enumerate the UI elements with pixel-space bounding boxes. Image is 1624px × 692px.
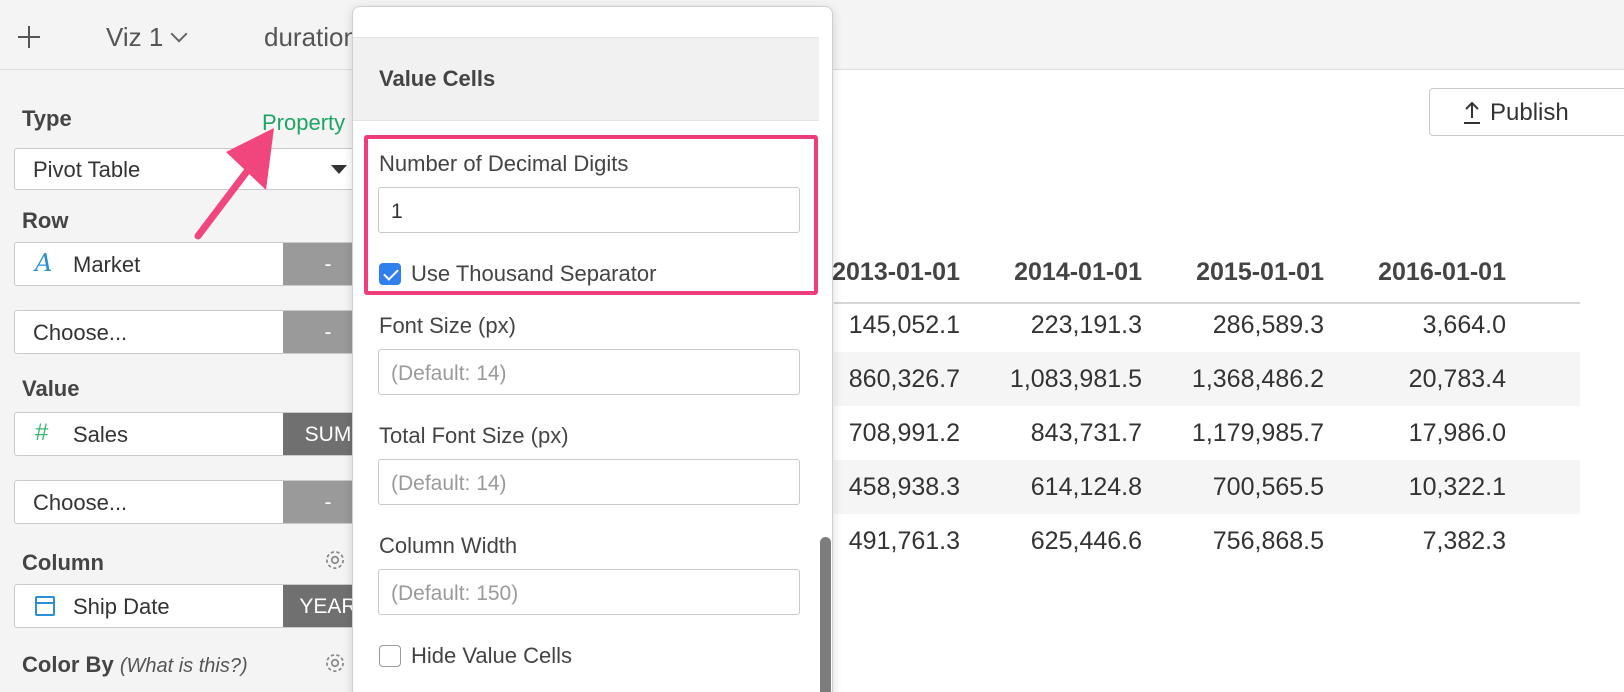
color-by-text: Color By [22, 652, 114, 677]
column-width-label: Column Width [379, 533, 518, 558]
table-cell: 1,368,486.2 [1191, 365, 1324, 393]
row-field-name: Market [73, 252, 141, 277]
table-cell: 1,083,981.5 [1009, 365, 1142, 393]
table-cell: 614,124.8 [1030, 473, 1142, 501]
value-field-sales[interactable]: # Sales SUM [14, 412, 370, 456]
highlight-box [364, 135, 818, 295]
chart-type-value: Pivot Table [33, 157, 141, 182]
tab-viz1-label: Viz 1 [106, 22, 164, 52]
table-cell: 700,565.5 [1212, 473, 1324, 501]
type-label: Type [22, 106, 72, 131]
color-by-label: Color By (What is this?) [22, 652, 248, 678]
hide-value-cells-checkbox[interactable] [379, 645, 401, 667]
gear-icon[interactable] [322, 547, 348, 573]
tab-duration[interactable]: duration [264, 22, 358, 53]
tab-viz1[interactable]: Viz 1 [106, 22, 188, 53]
row-choose-text: Choose... [33, 320, 128, 345]
column-header: 2015-01-01 [1196, 258, 1324, 286]
hide-value-cells-label: Hide Value Cells [411, 643, 573, 668]
chevron-down-icon [170, 25, 188, 43]
property-popup: Value Cells Number of Decimal Digits 1 U… [352, 6, 833, 692]
scrollbar-thumb[interactable] [820, 537, 831, 692]
color-by-help-link[interactable]: (What is this?) [120, 655, 248, 677]
table-cell: 17,986.0 [1408, 419, 1506, 447]
table-cell: 1,179,985.7 [1191, 419, 1324, 447]
table-cell: 756,868.5 [1212, 527, 1324, 555]
value-field-name: Sales [73, 422, 129, 447]
column-width-input[interactable]: (Default: 150) [378, 569, 800, 615]
table-cell: 843,731.7 [1030, 419, 1142, 447]
value-cells-section-header[interactable]: Value Cells [353, 37, 819, 121]
add-tab-icon[interactable] [14, 22, 44, 52]
row-field-market[interactable]: A Market - [14, 242, 370, 286]
value-choose-text: Choose... [33, 490, 128, 515]
table-cell: 625,446.6 [1030, 527, 1142, 555]
table-cell: 20,783.4 [1408, 365, 1506, 393]
table-cell: 10,322.1 [1408, 473, 1506, 501]
table-cell: 3,664.0 [1422, 311, 1506, 339]
column-header: 2014-01-01 [1014, 258, 1142, 286]
table-cell: 286,589.3 [1212, 311, 1324, 339]
table-cell: 7,382.3 [1422, 527, 1506, 555]
text-type-icon: A [35, 249, 53, 277]
column-field-name: Ship Date [73, 594, 170, 619]
row-label: Row [22, 208, 69, 233]
caret-down-icon [331, 165, 347, 174]
section-title: Value Cells [379, 66, 496, 91]
upload-icon [1464, 101, 1480, 124]
font-size-label: Font Size (px) [379, 313, 516, 338]
table-cell: 223,191.3 [1030, 311, 1142, 339]
font-size-input[interactable]: (Default: 14) [378, 349, 800, 395]
total-font-size-input[interactable]: (Default: 14) [378, 459, 800, 505]
value-label: Value [22, 376, 80, 401]
total-font-size-label: Total Font Size (px) [379, 423, 569, 448]
publish-button[interactable]: Publish [1429, 88, 1624, 136]
row-choose-field[interactable]: Choose... - [14, 310, 370, 354]
chart-config-panel: Type Property Pivot Table Row A Market -… [0, 70, 370, 692]
column-field-ship-date[interactable]: Ship Date YEAR [14, 584, 370, 628]
calendar-icon [35, 596, 55, 616]
publish-label: Publish [1490, 99, 1569, 126]
chart-type-select[interactable]: Pivot Table [14, 148, 370, 190]
property-link[interactable]: Property [262, 110, 345, 136]
value-choose-field[interactable]: Choose... - [14, 480, 370, 524]
column-header: 2016-01-01 [1378, 258, 1506, 286]
numeric-type-icon: # [35, 419, 49, 446]
column-label: Column [22, 550, 104, 575]
gear-icon[interactable] [322, 650, 348, 676]
